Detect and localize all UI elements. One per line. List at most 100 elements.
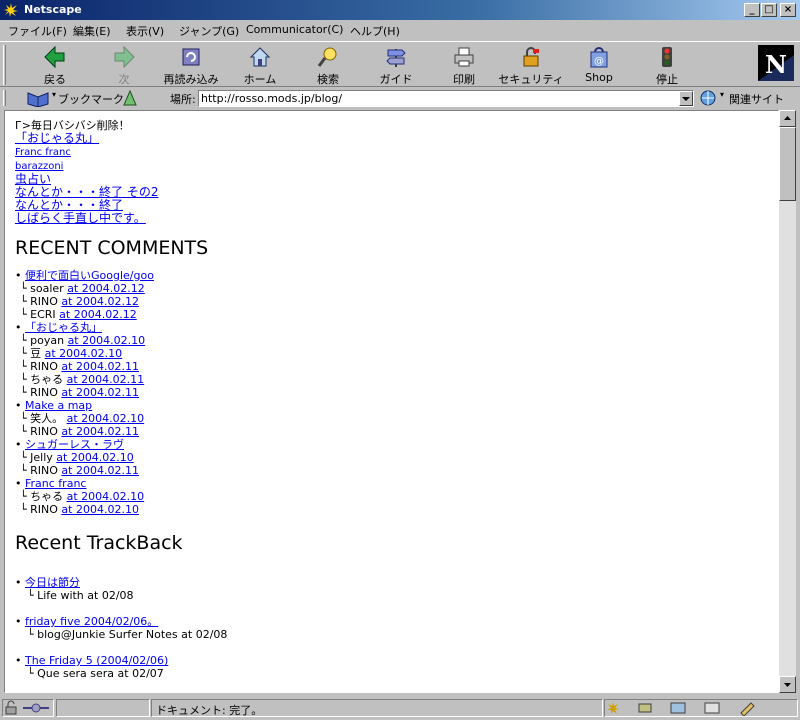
post-link[interactable]: 「おじゃる丸」	[15, 131, 99, 145]
window-title: Netscape	[24, 3, 82, 16]
comment-post-link[interactable]: 便利で面白いGoogle/goo	[25, 269, 154, 282]
address-book-icon[interactable]	[704, 702, 720, 714]
comment-date-link[interactable]: at 2004.02.11	[61, 425, 139, 438]
comment-date-link[interactable]: at 2004.02.11	[61, 360, 139, 373]
scroll-up-button[interactable]	[779, 110, 796, 127]
location-toolbar-grip[interactable]	[3, 90, 6, 106]
scroll-thumb[interactable]	[779, 127, 796, 201]
menu-edit[interactable]: 編集(E)	[73, 23, 111, 39]
comment-date-link[interactable]: at 2004.02.11	[67, 373, 145, 386]
post-link[interactable]: なんとか・・・終了	[15, 198, 123, 212]
security-connection-icon[interactable]	[3, 700, 53, 716]
comment-date-link[interactable]: at 2004.02.10	[67, 490, 145, 503]
toolbar-grip[interactable]	[3, 45, 6, 85]
component-bar	[604, 699, 798, 717]
bullet: •	[15, 615, 22, 628]
list-item: しばらく手直し中です。	[15, 212, 775, 225]
menu-file[interactable]: ファイル(F)	[8, 23, 67, 39]
comment-post-link[interactable]: シュガーレス・ラヴ	[25, 438, 124, 451]
related-sites-icon[interactable]	[699, 89, 719, 107]
bullet: •	[15, 321, 22, 334]
chevron-down-icon	[784, 683, 791, 687]
bookmarks-label[interactable]: ブックマーク	[58, 91, 124, 107]
related-sites-label[interactable]: 関連サイト	[729, 91, 784, 107]
comment-date-link[interactable]: at 2004.02.10	[45, 347, 123, 360]
comment-date-link[interactable]: at 2004.02.12	[67, 282, 145, 295]
search-button[interactable]: 検索	[293, 45, 363, 86]
branch-glyph: └	[20, 373, 27, 386]
commenter-name: RINO	[30, 360, 58, 373]
newsgroups-icon[interactable]	[670, 702, 686, 714]
trackback-link[interactable]: 今日は節分	[25, 576, 80, 589]
minimize-button[interactable]: _	[744, 3, 760, 17]
trackback-item: • 今日は節分 └ Life with at 02/08	[15, 576, 775, 602]
branch-glyph: └	[20, 360, 27, 373]
list-item: なんとか・・・終了 その2	[15, 186, 775, 199]
comment-date-link[interactable]: at 2004.02.11	[61, 464, 139, 477]
mail-icon[interactable]	[638, 703, 652, 713]
branch-glyph: └	[27, 589, 34, 602]
menu-help[interactable]: ヘルプ(H)	[350, 23, 400, 39]
related-dropdown-arrow-icon[interactable]: ▾	[720, 90, 724, 99]
navigator-icon[interactable]	[607, 702, 619, 714]
list-item: 「おじゃる丸」	[15, 132, 775, 145]
branch-glyph: └	[20, 347, 27, 360]
comment-post: • Make a map	[15, 399, 775, 412]
recent-comments-list: • 便利で面白いGoogle/goo └ soaler at 2004.02.12…	[15, 269, 775, 516]
comment-date-link[interactable]: at 2004.02.10	[68, 334, 146, 347]
page-proxy-icon[interactable]	[121, 89, 139, 107]
netscape-n-icon: N	[758, 45, 794, 81]
composer-icon[interactable]	[740, 702, 755, 717]
comment-date-link[interactable]: at 2004.02.11	[61, 386, 139, 399]
bookmarks-icon[interactable]	[26, 89, 52, 107]
post-link[interactable]: 虫占い	[15, 172, 51, 186]
menu-go[interactable]: ジャンプ(G)	[179, 23, 239, 39]
guide-button[interactable]: ガイド	[361, 45, 431, 86]
stop-button[interactable]: 停止	[632, 45, 702, 86]
comment-date-link[interactable]: at 2004.02.12	[61, 295, 139, 308]
stop-traffic-light-icon	[662, 47, 672, 67]
post-link[interactable]: Franc franc	[15, 147, 71, 158]
comment-post-link[interactable]: Franc franc	[25, 477, 86, 490]
bookmarks-dropdown-arrow-icon[interactable]: ▾	[52, 90, 56, 99]
branch-glyph: └	[20, 295, 27, 308]
location-label: 場所:	[170, 93, 196, 106]
forward-button[interactable]: 次	[89, 45, 159, 86]
comment-entry: └ 豆 at 2004.02.10	[15, 347, 775, 360]
commenter-name: RINO	[30, 386, 58, 399]
comment-date-link[interactable]: at 2004.02.10	[61, 503, 139, 516]
maximize-button[interactable]: □	[761, 3, 777, 17]
comment-post-link[interactable]: 「おじゃる丸」	[25, 321, 102, 334]
post-link[interactable]: barazzoni	[15, 161, 63, 172]
url-input[interactable]: http://rosso.mods.jp/blog/	[198, 90, 694, 107]
trackback-link[interactable]: The Friday 5 (2004/02/06)	[25, 654, 168, 667]
home-button[interactable]: ホーム	[225, 45, 295, 86]
trackback-link[interactable]: friday five 2004/02/06。	[25, 615, 158, 628]
back-button[interactable]: 戻る	[20, 45, 90, 86]
close-button[interactable]: ×	[780, 3, 796, 17]
comment-date-link[interactable]: at 2004.02.12	[59, 308, 137, 321]
comment-entry: └ RINO at 2004.02.11	[15, 386, 775, 399]
component-bar-icons	[607, 702, 755, 717]
print-button[interactable]: 印刷	[429, 45, 499, 86]
comment-post-link[interactable]: Make a map	[25, 399, 92, 412]
menu-communicator[interactable]: Communicator(C)	[246, 23, 343, 36]
vertical-scrollbar[interactable]	[779, 110, 796, 693]
security-button[interactable]: セキュリティ	[496, 45, 566, 86]
comment-post: • 「おじゃる丸」	[15, 321, 775, 334]
page-content: Г>毎日バシバシ削除！ 「おじゃる丸」 Franc franc barazzoni 虫…	[4, 110, 779, 693]
home-icon	[249, 47, 271, 67]
shop-button[interactable]: @ Shop	[564, 45, 634, 85]
comment-date-link[interactable]: at 2004.02.10	[67, 412, 145, 425]
post-link[interactable]: なんとか・・・終了 その2	[15, 185, 158, 199]
menu-view[interactable]: 表示(V)	[126, 23, 164, 39]
post-link[interactable]: しばらく手直し中です。	[15, 211, 146, 225]
scroll-down-button[interactable]	[779, 676, 796, 693]
comment-date-link[interactable]: at 2004.02.10	[56, 451, 134, 464]
comment-post: • 便利で面白いGoogle/goo	[15, 269, 775, 282]
comment-entry: └ RINO at 2004.02.11	[15, 425, 775, 438]
url-history-dropdown-button[interactable]	[679, 91, 693, 106]
reload-button[interactable]: 再読み込み	[156, 45, 226, 86]
branch-glyph: └	[20, 503, 27, 516]
netscape-throbber-logo[interactable]: N	[758, 45, 794, 81]
